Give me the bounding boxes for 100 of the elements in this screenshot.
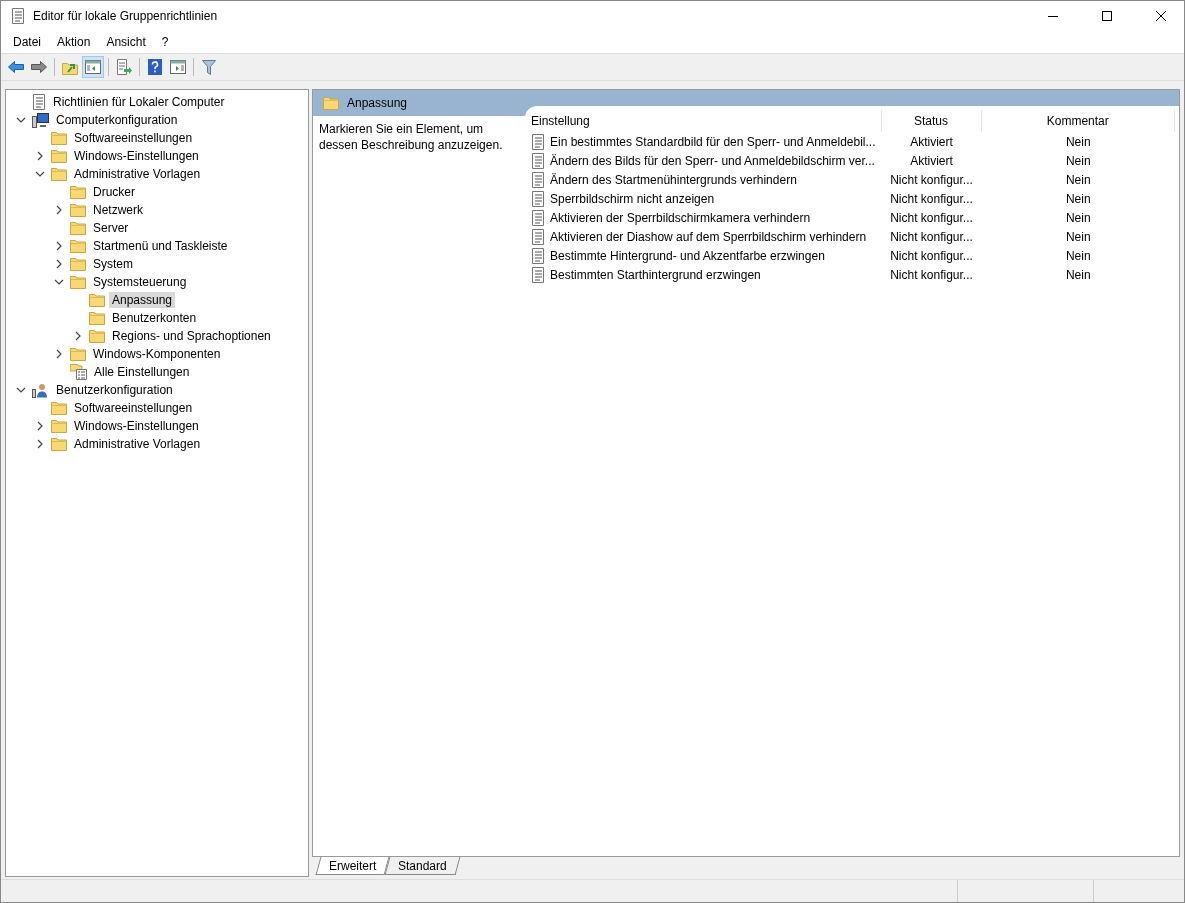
forward-arrow-icon: [31, 61, 47, 73]
table-cell: Nicht konfigur...: [890, 229, 973, 244]
window-title: Editor für lokale Gruppenrichtlinien: [33, 9, 219, 23]
menu-item[interactable]: Datei: [5, 33, 49, 51]
chevron-down-icon[interactable]: [16, 385, 26, 395]
table-cell: Nein: [1065, 210, 1091, 225]
table-cell: Nein: [1065, 191, 1091, 206]
export-list-icon: [116, 59, 132, 75]
folder-icon: [70, 275, 86, 289]
folder-icon: [70, 257, 86, 271]
table-cell: Aktivieren der Diashow auf dem Sperrbildschirm verhindern: [550, 229, 867, 244]
column-header[interactable]: Einstellung: [525, 110, 882, 132]
column-header[interactable]: Kommentar: [981, 110, 1175, 132]
table-cell: Ein bestimmtes Standardbild für den Sperr- und Anmeldebil...: [550, 134, 876, 149]
table-cell: Bestimmten Starthintergrund erzwingen: [550, 267, 761, 282]
table-cell: Nicht konfigur...: [890, 267, 973, 282]
tree-item[interactable]: Alle Einstellungen: [91, 364, 193, 380]
back-arrow-icon: [8, 61, 24, 73]
table-cell: Sperrbildschirm nicht anzeigen: [550, 191, 715, 206]
column-header[interactable]: Status: [881, 110, 982, 132]
setting-icon: [531, 171, 545, 188]
tree-item[interactable]: Windows-Einstellungen: [71, 148, 202, 164]
menu-item[interactable]: ?: [153, 33, 177, 51]
close-icon: [1156, 11, 1166, 21]
tree-item[interactable]: Administrative Vorlagen: [71, 166, 204, 182]
folder-icon: [51, 419, 67, 433]
setting-icon: [531, 266, 545, 283]
scroll-icon: [11, 8, 25, 24]
tree-item[interactable]: Anpassung: [109, 292, 176, 308]
view-tab[interactable]: Standard: [384, 857, 461, 875]
tree-item[interactable]: Netzwerk: [90, 202, 146, 218]
menu-item[interactable]: Ansicht: [98, 33, 154, 51]
folder-icon: [51, 401, 67, 415]
user-icon: [32, 382, 49, 398]
tree-item[interactable]: Server: [90, 220, 132, 236]
setting-icon: [531, 190, 545, 207]
help-icon: [148, 59, 162, 75]
table-cell: Nein: [1065, 267, 1091, 282]
table-cell: Aktivieren der Sperrbildschirmkamera verhindern: [550, 210, 811, 225]
tree-item[interactable]: Windows-Einstellungen: [71, 418, 202, 434]
tree-item[interactable]: Startmenü und Taskleiste: [90, 238, 231, 254]
table-cell: Aktiviert: [910, 153, 953, 168]
tree-item[interactable]: Administrative Vorlagen: [71, 436, 204, 452]
folder-icon: [70, 239, 86, 253]
tree-item[interactable]: Drucker: [90, 184, 138, 200]
chevron-right-icon[interactable]: [54, 259, 64, 269]
menu-item[interactable]: Aktion: [49, 33, 99, 51]
table-cell: Nein: [1065, 153, 1091, 168]
folder-icon: [51, 131, 67, 145]
folder-icon: [70, 347, 86, 361]
folder-icon: [70, 221, 86, 235]
table-cell: Nein: [1065, 248, 1091, 263]
chevron-down-icon[interactable]: [35, 169, 45, 179]
description-text: Markieren Sie ein Element, um dessen Beschreibung anzuzeigen.: [319, 122, 503, 152]
tree-item[interactable]: Richtlinien für Lokaler Computer: [50, 94, 228, 110]
chevron-right-icon[interactable]: [54, 205, 64, 215]
folder-icon: [89, 293, 105, 307]
pane-title: Anpassung: [347, 96, 408, 110]
table-cell: Ändern des Startmenühintergrunds verhindern: [550, 172, 797, 187]
folder-icon: [89, 329, 105, 343]
view-tab[interactable]: Erweitert: [315, 857, 390, 875]
tree-item[interactable]: Benutzerkonten: [109, 310, 200, 326]
minimize-icon: [1048, 15, 1058, 17]
tree-item[interactable]: Regions- und Sprachoptionen: [109, 328, 274, 344]
table-cell: Nein: [1065, 172, 1091, 187]
chevron-right-icon[interactable]: [35, 421, 45, 431]
chevron-right-icon[interactable]: [54, 241, 64, 251]
table-cell: Ändern des Bilds für den Sperr- und Anmeldebildschirm ver...: [550, 153, 875, 168]
toolbar-button[interactable]: [82, 56, 104, 78]
scroll-icon: [32, 94, 46, 110]
chevron-right-icon[interactable]: [54, 349, 64, 359]
pane-icon: [170, 60, 186, 74]
folder-icon: [323, 96, 339, 110]
filter-icon: [202, 59, 216, 75]
table-cell: Nein: [1065, 229, 1091, 244]
tree-item[interactable]: Windows-Komponenten: [90, 346, 224, 362]
tree-item[interactable]: Benutzerkonfiguration: [53, 382, 176, 398]
table-cell: Nicht konfigur...: [890, 210, 973, 225]
tree-item[interactable]: Systemsteuerung: [90, 274, 190, 290]
setting-icon: [531, 228, 545, 245]
chevron-right-icon[interactable]: [35, 151, 45, 161]
table-cell: Nicht konfigur...: [890, 191, 973, 206]
folder-icon: [70, 203, 86, 217]
settings-list-icon: [70, 364, 87, 380]
maximize-icon: [1102, 11, 1112, 21]
setting-icon: [531, 209, 545, 226]
chevron-down-icon[interactable]: [16, 115, 26, 125]
setting-icon: [531, 133, 545, 150]
tree-item[interactable]: Softwareeinstellungen: [71, 400, 196, 416]
chevron-right-icon[interactable]: [35, 439, 45, 449]
tree-item[interactable]: System: [90, 256, 136, 272]
pane-icon: [85, 60, 101, 74]
folder-icon: [51, 149, 67, 163]
tree-item[interactable]: Computerkonfiguration: [53, 112, 181, 128]
tree-item[interactable]: Softwareeinstellungen: [71, 130, 196, 146]
chevron-right-icon[interactable]: [73, 331, 83, 341]
table-cell: Nicht konfigur...: [890, 248, 973, 263]
table-cell: Nein: [1065, 134, 1091, 149]
folder-icon: [51, 437, 67, 451]
chevron-down-icon[interactable]: [54, 277, 64, 287]
